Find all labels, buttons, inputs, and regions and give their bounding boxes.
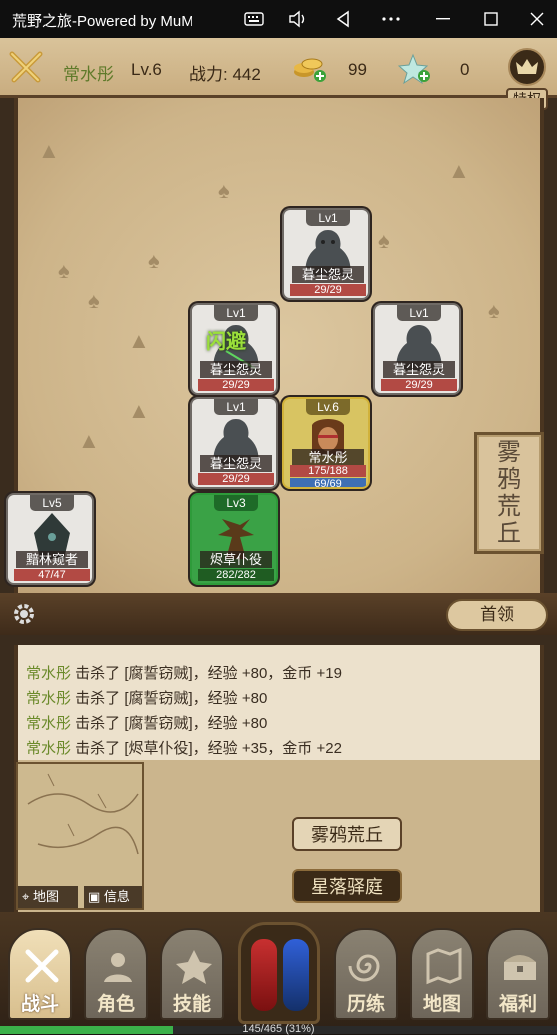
info-tab[interactable]: ▣ 信息 xyxy=(84,886,142,908)
card-name: 暮尘怨灵 xyxy=(200,361,272,378)
nav-skills[interactable]: 技能 xyxy=(160,928,224,1020)
nav-character[interactable]: 角色 xyxy=(84,928,148,1020)
side-char: 丘 xyxy=(497,520,521,547)
skills-icon xyxy=(174,946,214,986)
nav-welfare[interactable]: 福利 xyxy=(486,928,550,1020)
gem-amount: 0 xyxy=(460,60,470,79)
player-level: Lv.6 xyxy=(131,60,162,79)
maximize-icon[interactable] xyxy=(479,7,503,31)
card-level: Lv3 xyxy=(214,495,258,511)
card-name: 暮尘怨灵 xyxy=(200,455,272,472)
card-level: Lv1 xyxy=(397,305,441,321)
spiral-icon xyxy=(348,946,388,986)
dodge-text: 闪避 xyxy=(206,331,246,353)
keyboard-icon[interactable] xyxy=(242,7,266,31)
nav-label: 技能 xyxy=(172,994,211,1015)
card-name: 黯林窥者 xyxy=(16,551,88,568)
location-button-current[interactable]: 雾鸦荒丘 xyxy=(292,817,402,851)
side-char: 雾 xyxy=(497,439,521,466)
window-titlebar: 荒野之旅-Powered by MuM xyxy=(0,0,557,38)
window-title: 荒野之旅-Powered by MuM xyxy=(12,13,192,30)
side-char: 鸦 xyxy=(497,466,521,493)
log-line: 常水彤 击杀了 [腐誓窃贼]，经验 +80 xyxy=(26,690,268,707)
card-name: 常水彤 xyxy=(292,449,364,466)
gem-icon xyxy=(397,52,432,86)
nav-label: 历练 xyxy=(346,994,385,1015)
nav-label: 地图 xyxy=(422,994,461,1015)
nav-label: 福利 xyxy=(498,994,537,1015)
card-level: Lv1 xyxy=(306,210,350,226)
mana-potion-icon xyxy=(283,939,309,1011)
player-name: 常水彤 xyxy=(63,65,114,84)
card-hp: 29/29 xyxy=(290,284,366,296)
side-char: 荒 xyxy=(497,493,521,520)
monster-card[interactable]: Lv1 暮尘怨灵 29/29 xyxy=(282,208,370,300)
card-hp: 29/29 xyxy=(381,379,457,391)
card-hp: 29/29 xyxy=(198,473,274,485)
gold-coins-icon xyxy=(292,54,328,84)
close-icon[interactable] xyxy=(525,7,549,31)
location-button-next[interactable]: 星落驿庭 xyxy=(292,869,402,903)
player-card[interactable]: Lv.6 常水彤 175/188 69/69 xyxy=(282,397,370,489)
log-line: 常水彤 击杀了 [腐誓窃贼]，经验 +80，金币 +19 xyxy=(26,665,342,682)
crossed-swords-icon xyxy=(22,946,62,986)
card-level: Lv1 xyxy=(214,305,258,321)
nav-map[interactable]: 地图 xyxy=(410,928,474,1020)
privilege-crown-icon[interactable] xyxy=(508,48,546,86)
nav-label: 战斗 xyxy=(20,994,59,1015)
combat-power: 战力: 442 xyxy=(189,65,261,84)
card-hp: 282/282 xyxy=(198,569,274,581)
card-level: Lv5 xyxy=(30,495,74,511)
potion-gauge[interactable] xyxy=(238,922,320,1024)
crossed-swords-icon xyxy=(6,48,46,88)
gear-icon[interactable] xyxy=(10,600,38,628)
map-tab[interactable]: ⌖ 地图 xyxy=(18,886,78,908)
boss-button[interactable]: 首领 xyxy=(446,599,548,631)
card-name: 暮尘怨灵 xyxy=(383,361,455,378)
monster-card[interactable]: Lv3 烬草仆役 282/282 xyxy=(190,493,278,585)
card-mp: 69/69 xyxy=(290,478,366,487)
log-line: 常水彤 击杀了 [烬草仆役]，经验 +35，金币 +22 xyxy=(26,740,342,757)
card-name: 暮尘怨灵 xyxy=(292,266,364,283)
more-icon[interactable] xyxy=(379,7,403,31)
gold-amount: 99 xyxy=(348,60,367,79)
nav-label: 角色 xyxy=(96,994,135,1015)
monster-card[interactable]: Lv1 暮尘怨灵 29/29 xyxy=(190,397,278,489)
monster-card[interactable]: Lv1 暮尘怨灵 29/29 xyxy=(373,303,461,395)
exp-text: 145/465 (31%) xyxy=(242,1023,315,1035)
battle-log: 常水彤 击杀了 [腐誓窃贼]，经验 +80，金币 +19 常水彤 击杀了 [腐誓… xyxy=(14,645,544,760)
monster-card[interactable]: Lv1 闪避 暮尘怨灵 29/29 xyxy=(190,303,278,395)
monster-card[interactable]: Lv5 黯林窥者 47/47 xyxy=(6,493,94,585)
volume-icon[interactable] xyxy=(286,7,310,31)
card-hp: 175/188 xyxy=(290,465,366,477)
card-level: Lv.6 xyxy=(306,399,350,415)
card-hp: 29/29 xyxy=(198,379,274,391)
treasure-chest-icon xyxy=(500,946,540,986)
nav-battle[interactable]: 战斗 xyxy=(8,928,72,1020)
card-level: Lv1 xyxy=(214,399,258,415)
log-line: 常水彤 击杀了 [腐誓窃贼]，经验 +80 xyxy=(26,715,268,732)
minimize-icon[interactable] xyxy=(431,7,455,31)
back-icon[interactable] xyxy=(331,7,355,31)
character-icon xyxy=(98,946,138,986)
health-potion-icon xyxy=(251,939,277,1011)
nav-training[interactable]: 历练 xyxy=(334,928,398,1020)
card-name: 烬草仆役 xyxy=(200,551,272,568)
area-side-button[interactable]: 雾 鸦 荒 丘 xyxy=(474,432,544,554)
card-hp: 47/47 xyxy=(14,569,90,581)
map-icon xyxy=(424,946,464,986)
